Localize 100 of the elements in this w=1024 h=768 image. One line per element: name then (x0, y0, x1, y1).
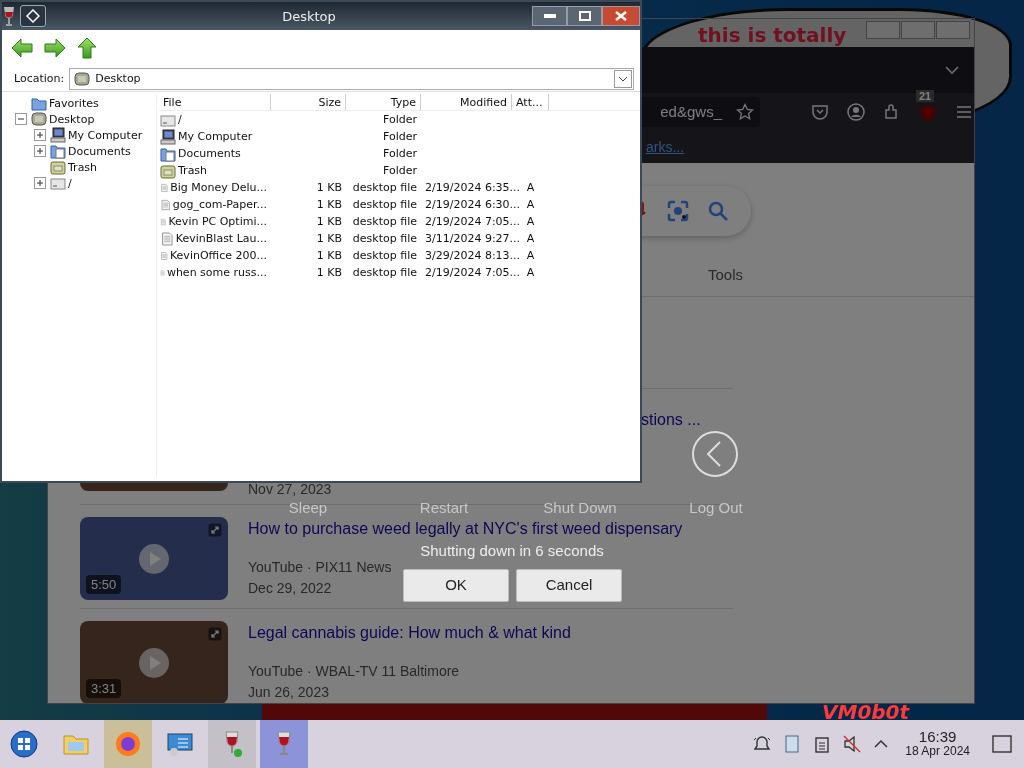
clock[interactable]: 16:39 18 Apr 2024 (905, 729, 970, 759)
close-icon (615, 11, 627, 21)
table-cell: A (526, 266, 535, 279)
location-label: Location: (14, 72, 65, 85)
camera-lens-icon[interactable] (667, 200, 689, 222)
result-date: Nov 27, 2023 (248, 481, 332, 497)
table-cell: Folder (383, 164, 417, 177)
url-text: ed&gws_ (660, 101, 722, 122)
file-name[interactable]: KevinBlast Lau... (175, 232, 267, 245)
minimize-button[interactable] (532, 6, 567, 26)
file-name[interactable]: Trash (178, 164, 208, 177)
table-cell: desktop file (352, 181, 417, 194)
table-cell: A (526, 249, 535, 262)
table-cell: A (526, 198, 535, 211)
video-thumbnail[interactable]: 3:31 (80, 621, 228, 703)
collapse-toggle[interactable] (15, 113, 27, 125)
countdown-message: Shutting down in 6 seconds (420, 541, 604, 561)
pocket-icon[interactable] (810, 102, 830, 122)
tree-item[interactable]: Favorites (49, 96, 99, 110)
file-name[interactable]: KevinOffice 200... (169, 249, 267, 262)
up-arrow-icon[interactable] (77, 37, 97, 59)
clock-time: 16:39 (917, 729, 958, 744)
table-cell: Folder (383, 130, 417, 143)
cancel-button[interactable]: Cancel (516, 569, 622, 602)
tree-item[interactable]: Desktop (49, 112, 95, 126)
window-menu-button[interactable] (20, 5, 46, 27)
table-cell: desktop file (352, 249, 417, 262)
table-cell: 1 KB (316, 266, 342, 279)
table-cell: Folder (383, 147, 417, 160)
table-cell: 1 KB (316, 181, 342, 194)
table-cell: desktop file (352, 266, 417, 279)
column-header[interactable]: File (159, 94, 271, 110)
expand-toggle[interactable] (34, 129, 46, 141)
muted-speaker-icon[interactable] (843, 735, 862, 753)
tree-item[interactable]: / (68, 176, 72, 190)
folder-icon (31, 95, 47, 111)
table-cell: 1 KB (316, 232, 342, 245)
star-icon[interactable] (736, 103, 754, 121)
tree-item[interactable]: Documents (68, 144, 131, 158)
tree-item[interactable]: My Computer (68, 128, 143, 142)
table-cell: 1 KB (316, 198, 342, 211)
ok-button[interactable]: OK (403, 569, 509, 602)
expand-toggle[interactable] (34, 145, 46, 157)
file-name[interactable]: Kevin PC Optimi... (168, 215, 267, 228)
result-title[interactable]: Legal cannabis guide: How much & what kind (248, 623, 571, 643)
expand-icon[interactable] (208, 627, 222, 641)
result-source: YouTube · WBAL-TV 11 Baltimore (248, 662, 460, 681)
back-arrow-icon[interactable] (11, 38, 33, 58)
result-title[interactable]: How to purchase weed legally at NYC's first weed dispensary (248, 519, 683, 539)
video-thumbnail[interactable]: 5:50 (80, 517, 228, 600)
table-cell: desktop file (352, 215, 417, 228)
taskbar-button[interactable] (208, 720, 256, 768)
close-button[interactable] (602, 6, 640, 26)
column-header[interactable]: Size (271, 94, 346, 110)
start-orb-icon (10, 730, 38, 758)
location-text: Desktop (95, 72, 141, 85)
table-cell: 3/11/2024 9:27... (425, 232, 521, 245)
table-cell: 2/19/2024 6:35... (425, 181, 521, 194)
location-dropdown[interactable]: Desktop (69, 67, 634, 90)
table-cell: A (526, 232, 535, 245)
file-name[interactable]: Big Money Delu... (170, 181, 267, 194)
wine-glass-icon[interactable] (2, 5, 16, 27)
expand-toggle[interactable] (34, 177, 46, 189)
back-arrow-circle-icon[interactable] (692, 431, 738, 477)
account-icon[interactable] (846, 102, 866, 122)
file-name[interactable]: gog_com-Paper... (172, 198, 267, 211)
forward-arrow-icon[interactable] (44, 38, 66, 58)
file-name[interactable]: Documents (178, 147, 241, 160)
maximize-button[interactable] (567, 6, 602, 26)
tools-tab[interactable]: Tools (708, 266, 744, 283)
result-date: Dec 29, 2022 (248, 579, 332, 598)
column-header[interactable]: Att... (512, 94, 549, 110)
trash-icon (50, 159, 66, 175)
computer-icon (160, 128, 176, 145)
extension-badge: 21 (916, 90, 935, 102)
maximize-icon (578, 11, 591, 21)
table-cell: 2/19/2024 6:30... (425, 198, 521, 211)
bell-icon[interactable] (753, 735, 772, 753)
clipboard-icon[interactable] (813, 735, 832, 753)
play-icon[interactable] (138, 543, 170, 575)
table-cell: 3/29/2024 8:13... (425, 249, 521, 262)
desktop-icon (74, 70, 91, 87)
file-name[interactable]: / (178, 113, 182, 126)
expand-icon[interactable] (208, 523, 222, 537)
column-header[interactable]: Type (346, 94, 421, 110)
search-icon[interactable] (707, 200, 729, 222)
column-header[interactable]: Modified (421, 94, 512, 110)
file-name[interactable]: when some russ... (166, 266, 267, 279)
play-icon[interactable] (138, 647, 170, 679)
chevron-down-icon[interactable] (944, 65, 960, 75)
file-name[interactable]: My Computer (178, 130, 253, 143)
caret-up-icon[interactable] (873, 739, 890, 749)
diamond-icon (26, 9, 40, 23)
tree-item[interactable]: Trash (68, 160, 98, 174)
show-desktop-icon[interactable] (992, 735, 1012, 753)
minus-icon (17, 115, 25, 123)
computer-icon (50, 127, 66, 143)
table-cell: desktop file (352, 232, 417, 245)
plus-icon (36, 147, 44, 155)
table-cell: A (526, 215, 535, 228)
